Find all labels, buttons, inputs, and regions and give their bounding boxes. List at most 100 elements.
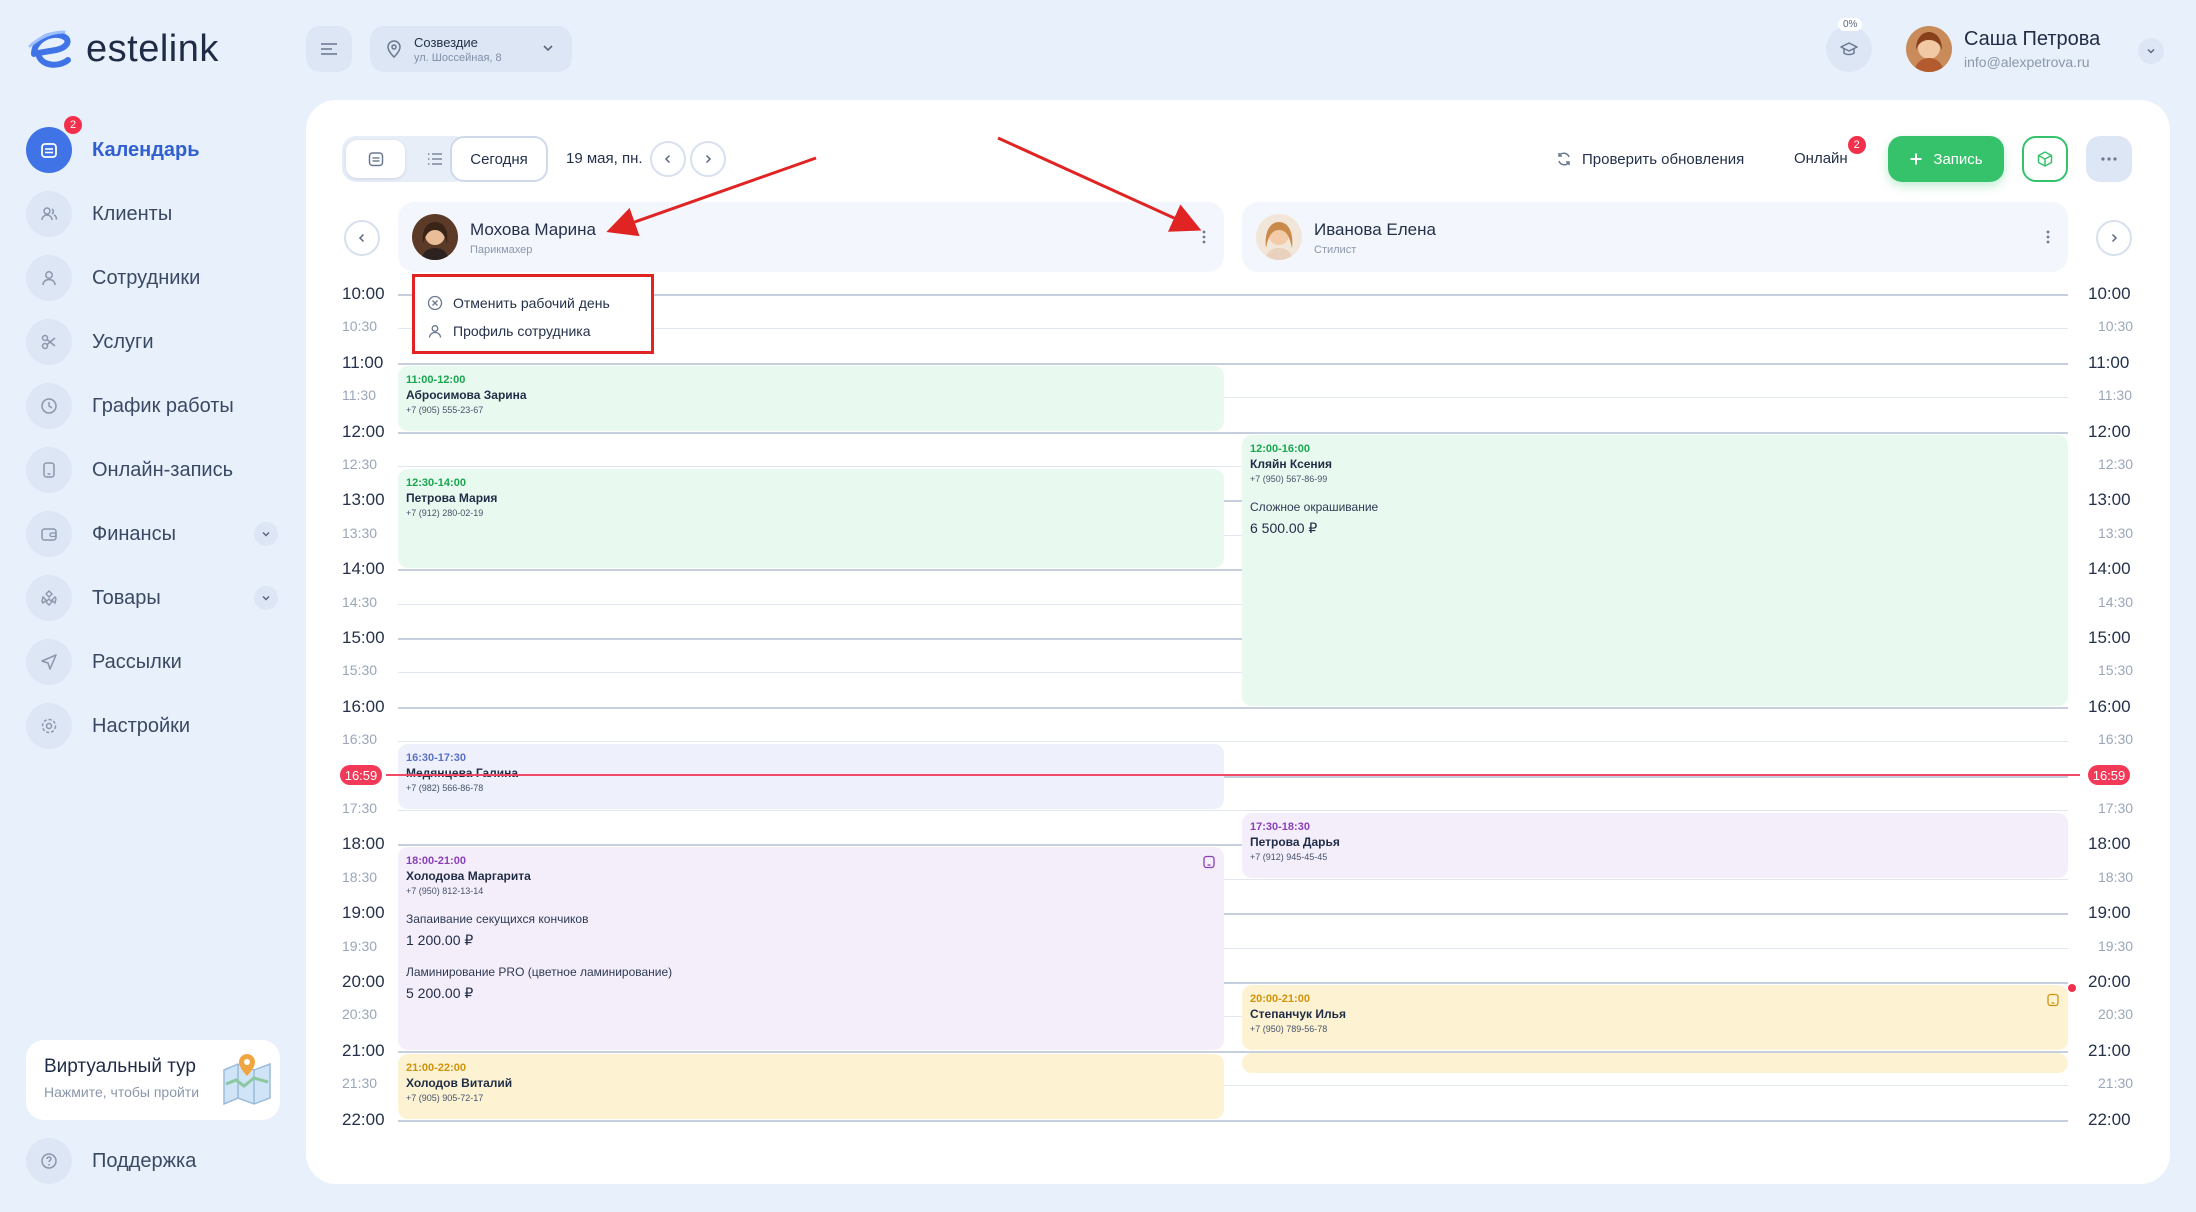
list-icon [427,153,442,165]
staff-context-menu: Отменить рабочий день Профиль сотрудника [412,274,654,354]
appointment-phone: +7 (950) 812-13-14 [406,886,484,897]
appointment-card[interactable]: 20:00-21:00 Степанчук Илья +7 (950) 789-56… [1242,985,2068,1050]
user-menu-chevron[interactable] [2138,38,2164,64]
current-date: 19 мая, пн. [566,150,643,167]
chevron-down-icon[interactable] [254,522,278,546]
appointment-time: 12:00-16:00 [1250,442,1310,455]
appointment-price: 6 500.00 ₽ [1250,519,1318,536]
appointment-phone: +7 (950) 789-56-78 [1250,1024,1328,1034]
time-label: 13:00 [342,490,385,510]
prev-staff-button[interactable] [344,220,380,256]
gear-icon [26,703,72,749]
time-label: 15:30 [2098,662,2134,679]
staff-header-0[interactable]: Мохова Марина Парикмахер [398,202,1224,272]
onboarding-progress[interactable]: 0% [1826,18,1872,72]
staff-profile-item[interactable]: Профиль сотрудника [427,317,639,345]
sidebar-item-settings[interactable]: Настройки [26,694,282,758]
sidebar-item-clients[interactable]: Клиенты [26,182,282,246]
time-label: 10:30 [342,318,378,335]
appointment-card[interactable]: 21:00-22:00 Холодов Виталий +7 (905) 905-7… [398,1053,1224,1119]
sidebar-item-finance[interactable]: Финансы [26,502,282,566]
prev-date-button[interactable] [650,141,686,177]
appointment-card[interactable]: 12:00-16:00 Кляйн Ксения +7 (950) 567-86-9… [1242,434,2068,706]
buffer-block [1242,1052,2068,1073]
refresh-icon [1558,152,1570,166]
time-label: 15:00 [342,628,385,647]
products-button[interactable] [2022,136,2068,182]
time-label: 18:00 [342,834,385,854]
chevron-down-icon[interactable] [254,586,278,610]
appointment-card[interactable]: 16:30-17:30 Медянцева Галина +7 (982) 566-… [398,744,1224,809]
menu-item-label: Отменить рабочий день [453,295,610,311]
sidebar-item-online-booking[interactable]: Онлайн-запись [26,438,282,502]
staff-header-1[interactable]: Иванова Елена Стилист [1242,202,2068,272]
appointment-phone: +7 (905) 905-72-17 [406,1092,484,1103]
sidebar-item-schedule[interactable]: График работы [26,374,282,438]
sidebar-item-label: Товары [92,586,161,609]
appointment-phone: +7 (982) 566-86-78 [406,783,484,794]
chevron-right-icon [705,154,712,164]
sidebar-item-goods[interactable]: Товары [26,566,282,630]
appointment-card[interactable]: 12:30-14:00 Петрова Мария +7 (912) 280-02-… [398,469,1224,569]
cancel-workday-item[interactable]: Отменить рабочий день [427,289,639,317]
clients-icon [26,191,72,237]
logo-icon [28,30,71,68]
time-label: 16:30 [2098,731,2134,748]
time-label: 14:00 [2088,559,2131,579]
phone-booking-icon [1202,855,1216,869]
phone-icon [26,447,72,493]
menu-item-label: Профиль сотрудника [453,323,591,339]
grid-line [398,706,2068,709]
appointment-card[interactable]: 18:00-21:00 Холодова Маргарита +7 (950) 81… [398,847,1224,1050]
new-record-button[interactable]: Запись [1888,136,2004,182]
calendar-view-button[interactable] [346,140,405,178]
sidebar-item-label: Финансы [92,522,176,545]
branch-address: ул. Шоссейная, 8 [414,51,502,64]
today-button[interactable]: Сегодня [450,136,548,182]
time-label: 19:30 [342,937,378,954]
sidebar-item-label: График работы [92,394,234,417]
menu-toggle-button[interactable] [306,26,352,72]
calendar-icon [26,127,72,173]
calendar-card: Сегодня 19 мая, пн. Проверить обновления… [306,100,2170,1184]
sidebar-item-staff[interactable]: Сотрудники [26,246,282,310]
chevron-down-icon [2147,48,2155,54]
next-date-button[interactable] [690,141,726,177]
staff-menu-button[interactable] [2038,226,2058,248]
sidebar-nav: 2 Календарь Клиенты Сотрудники Услуги Гр… [26,116,282,758]
appointment-client: Петрова Мария [406,491,498,505]
sidebar-item-mailings[interactable]: Рассылки [26,630,282,694]
time-label: 21:30 [2098,1075,2134,1092]
appointment-time: 18:00-21:00 [406,855,466,868]
online-label: Онлайн [1794,150,1848,167]
sidebar-item-calendar[interactable]: 2 Календарь [26,116,282,182]
time-label: 10:00 [2088,284,2131,303]
appointment-card[interactable]: 11:00-12:00 Абросимова Зарина +7 (905) 555… [398,365,1224,431]
time-label: 10:30 [2098,318,2134,335]
time-label: 19:00 [342,903,385,923]
next-staff-button[interactable] [2096,220,2132,256]
more-options-button[interactable] [2086,136,2132,182]
time-label: 12:30 [342,456,378,472]
time-label: 18:00 [2088,834,2131,854]
time-label: 22:00 [342,1109,385,1129]
user-profile[interactable]: Саша Петрова info@alexpetrova.ru [1906,26,2100,72]
chevron-left-icon [358,233,365,243]
appointment-time: 11:00-12:00 [406,373,466,386]
app-logo[interactable]: estelink [26,26,219,72]
check-updates-button[interactable]: Проверить обновления [1556,136,1744,182]
sidebar-item-services[interactable]: Услуги [26,310,282,374]
more-vertical-icon [1202,230,1206,244]
appointment-card[interactable]: 17:30-18:30 Петрова Дарья +7 (912) 945-45-… [1242,813,2068,878]
avatar [412,214,458,260]
staff-menu-button[interactable] [1194,226,1214,248]
appointment-time: 16:30-17:30 [406,752,466,765]
virtual-tour-card[interactable]: Виртуальный тур Нажмите, чтобы пройти [26,1040,280,1120]
time-label: 20:30 [342,1006,378,1023]
user-icon [26,255,72,301]
support-link[interactable]: Поддержка [26,1138,196,1184]
time-label: 21:00 [342,1040,385,1060]
branch-selector[interactable]: Созвездие ул. Шоссейная, 8 [370,26,572,72]
appointment-time: 21:00-22:00 [406,1061,466,1074]
online-bookings-button[interactable]: Онлайн 2 [1794,136,1866,182]
